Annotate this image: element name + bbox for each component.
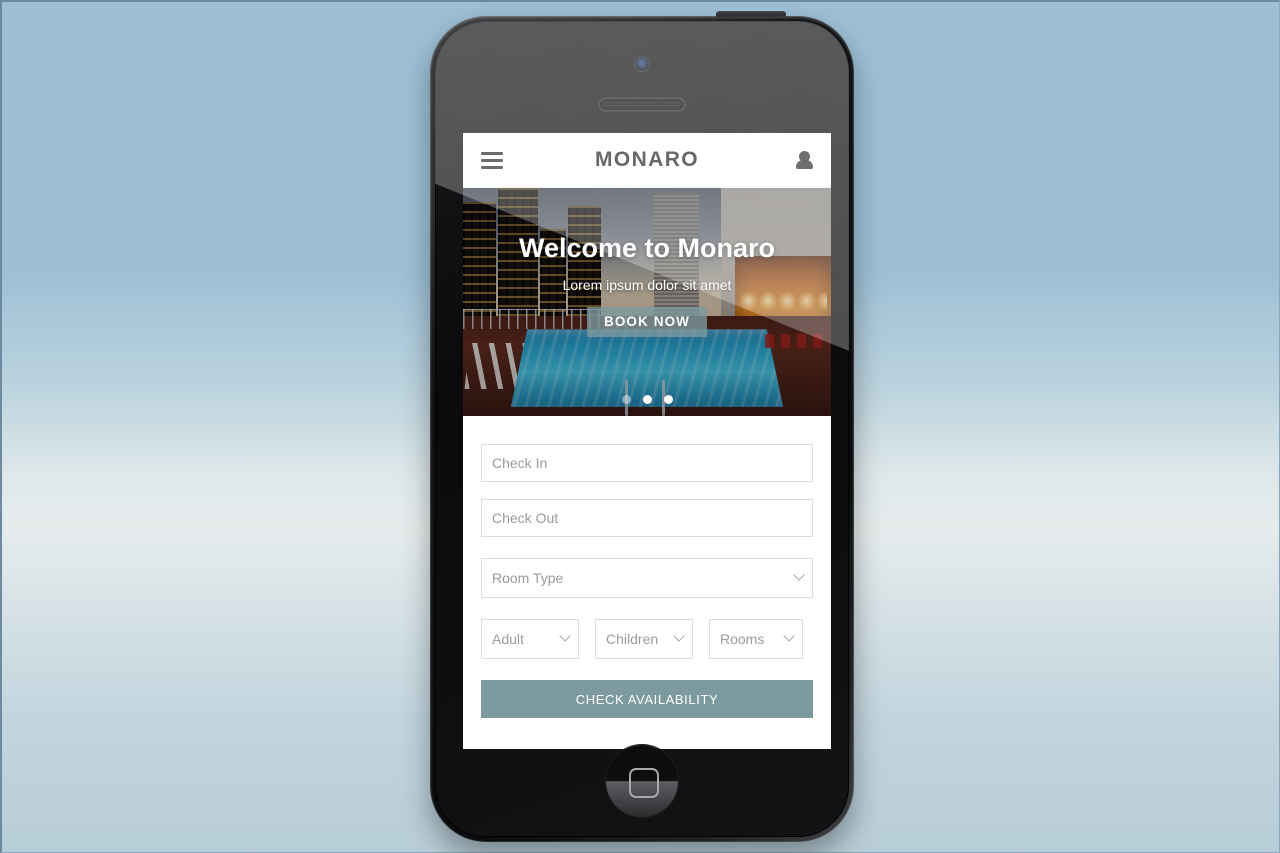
power-button[interactable] bbox=[716, 11, 786, 18]
hero-carousel: Welcome to Monaro Lorem ipsum dolor sit … bbox=[463, 188, 831, 416]
page-title: MONARO bbox=[594, 148, 700, 171]
camera-icon bbox=[635, 57, 649, 71]
phone-body: MONARO Welcome to Monaro Lorem ipsum dol… bbox=[435, 21, 849, 837]
app-header: MONARO bbox=[463, 133, 831, 188]
phone-mockup: MONARO Welcome to Monaro Lorem ipsum dol… bbox=[430, 11, 854, 842]
check-out-input[interactable] bbox=[481, 499, 813, 537]
rooms-select-wrap: Rooms bbox=[709, 619, 803, 659]
book-now-button[interactable]: BOOK NOW bbox=[586, 306, 708, 337]
check-in-input[interactable] bbox=[481, 444, 813, 482]
carousel-dot-1[interactable] bbox=[621, 395, 631, 404]
hero-title: Welcome to Monaro bbox=[518, 233, 776, 263]
home-button-icon[interactable] bbox=[606, 745, 678, 817]
booking-form: Room Type Adult Children bbox=[463, 416, 831, 718]
room-type-select[interactable]: Room Type bbox=[481, 558, 813, 598]
carousel-dot-3[interactable] bbox=[663, 395, 673, 404]
adult-select[interactable]: Adult bbox=[481, 619, 579, 659]
hamburger-menu-icon[interactable] bbox=[481, 151, 503, 169]
phone-screen: MONARO Welcome to Monaro Lorem ipsum dol… bbox=[463, 133, 831, 749]
occupancy-row: Adult Children Rooms bbox=[481, 619, 813, 659]
children-select-wrap: Children bbox=[595, 619, 693, 659]
speaker-grille-icon bbox=[600, 99, 684, 110]
hero-content: Welcome to Monaro Lorem ipsum dolor sit … bbox=[463, 233, 831, 337]
carousel-dots bbox=[463, 395, 831, 404]
carousel-dot-2[interactable] bbox=[642, 395, 652, 404]
room-type-select-wrap: Room Type bbox=[481, 558, 813, 598]
rooms-select[interactable]: Rooms bbox=[709, 619, 803, 659]
user-account-icon[interactable] bbox=[796, 150, 813, 170]
children-select[interactable]: Children bbox=[595, 619, 693, 659]
silent-switch[interactable] bbox=[430, 16, 437, 52]
adult-select-wrap: Adult bbox=[481, 619, 579, 659]
hero-subtitle: Lorem ipsum dolor sit amet bbox=[562, 276, 732, 293]
check-availability-button[interactable]: CHECK AVAILABILITY bbox=[481, 680, 813, 718]
